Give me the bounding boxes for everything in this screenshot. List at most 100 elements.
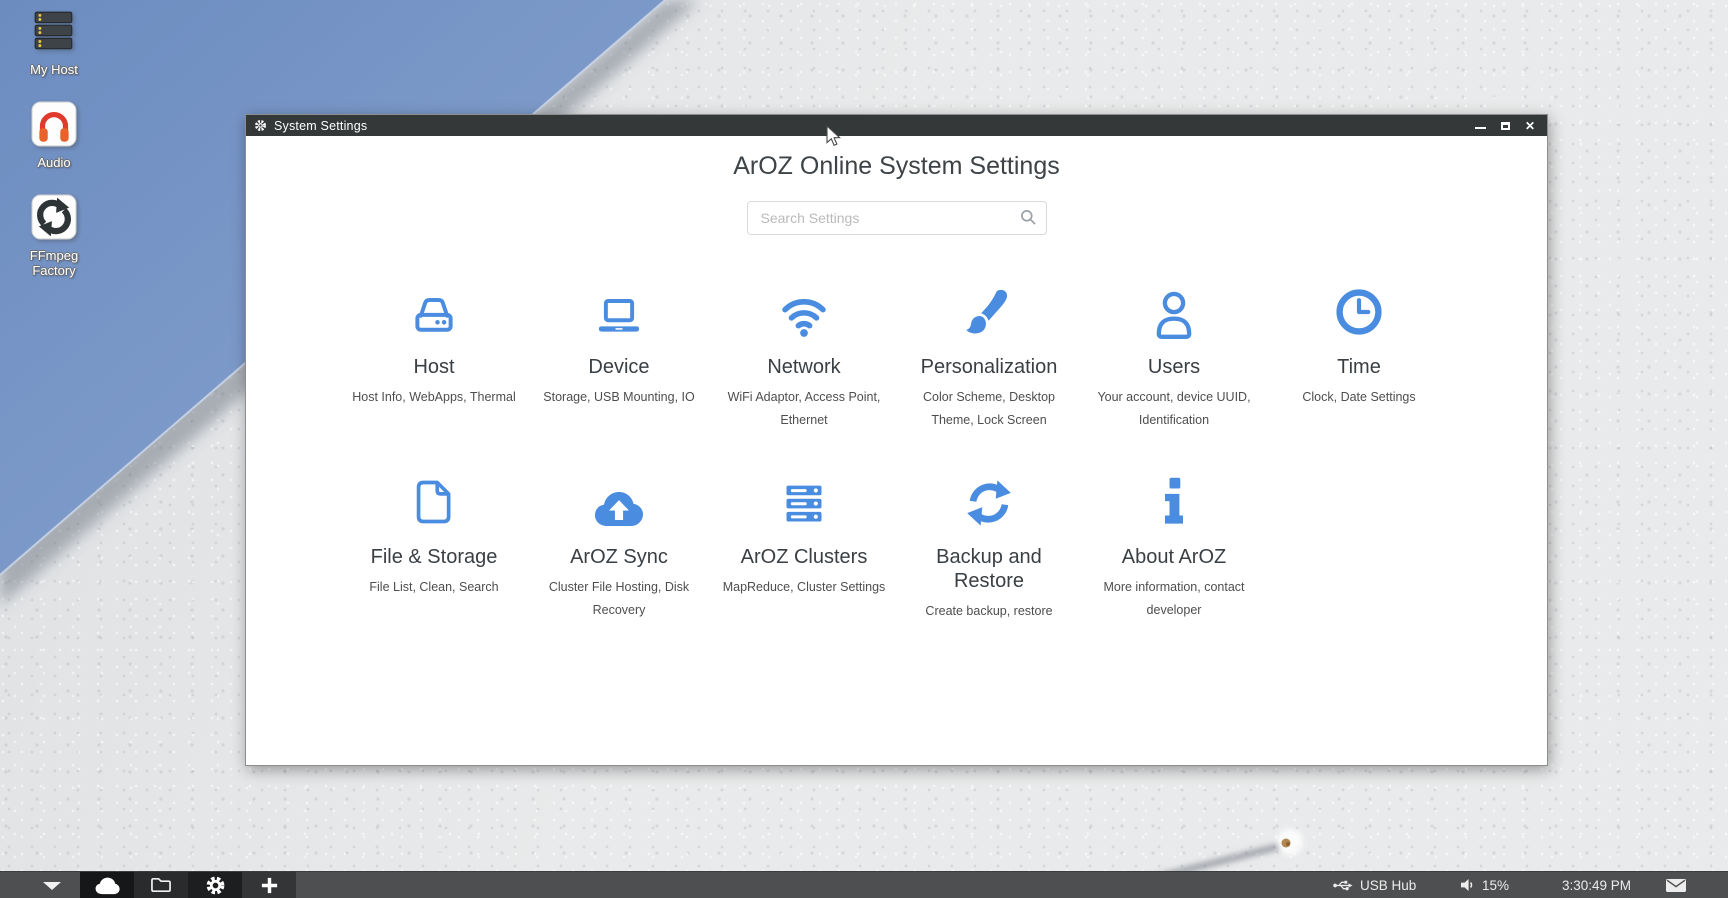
wifi-icon (776, 289, 832, 339)
gear-icon (205, 875, 226, 896)
info-icon (1154, 475, 1194, 529)
desktop-icon-column: My Host Audio FFmpeg Factory (10, 8, 98, 278)
minimize-icon[interactable] (1475, 127, 1486, 129)
taskbar-button-plus[interactable] (242, 872, 296, 898)
desktop-icon-ffmpeg-factory[interactable]: FFmpeg Factory (10, 194, 98, 278)
volume-label: 15% (1482, 878, 1509, 893)
taskbar: USB Hub 15% 3:30:49 PM (0, 871, 1728, 898)
plus-icon (259, 875, 280, 896)
settings-tile-aroz-clusters[interactable]: ArOZ Clusters MapReduce, Cluster Setting… (712, 471, 897, 645)
page-title: ArOZ Online System Settings (246, 151, 1547, 181)
settings-tile-description: Cluster File Hosting, Disk Recovery (533, 576, 705, 622)
settings-tile-icon (712, 471, 897, 529)
gear-icon (254, 119, 267, 132)
settings-tile-title: Host (359, 355, 509, 379)
settings-tile-icon (897, 471, 1082, 529)
server-icon (31, 8, 77, 54)
desktop-icon-label: My Host (30, 62, 78, 77)
laptop-icon (591, 291, 647, 339)
recycle-arrows-icon (31, 194, 77, 240)
maximize-icon[interactable] (1501, 122, 1510, 130)
tray-volume[interactable]: 15% (1460, 872, 1509, 898)
settings-tile-title: Personalization (914, 355, 1064, 379)
tray-mail[interactable] (1666, 872, 1686, 898)
wall-peg-center (1286, 842, 1290, 846)
cloud-upload-icon (590, 483, 648, 529)
settings-tile-title: Time (1284, 355, 1434, 379)
server-stack-icon (776, 479, 832, 529)
settings-tile-backup-and-restore[interactable]: Backup and Restore Create backup, restor… (897, 471, 1082, 645)
harddisk-icon (406, 289, 462, 339)
settings-tile-title: Backup and Restore (914, 545, 1064, 593)
desktop-icon-image (31, 101, 77, 147)
settings-tile-icon (527, 281, 712, 339)
search-input[interactable] (747, 201, 1047, 235)
settings-tile-users[interactable]: Users Your account, device UUID, Identif… (1082, 281, 1267, 455)
settings-tile-description: Create backup, restore (903, 600, 1075, 623)
cloud-icon (93, 875, 122, 896)
settings-tile-icon (1082, 281, 1267, 339)
settings-tile-icon (897, 281, 1082, 339)
taskbar-button-cloud[interactable] (80, 872, 134, 898)
settings-tile-aroz-sync[interactable]: ArOZ Sync Cluster File Hosting, Disk Rec… (527, 471, 712, 645)
tray-usb[interactable]: USB Hub (1333, 872, 1416, 898)
settings-tile-description: Storage, USB Mounting, IO (533, 386, 705, 409)
speaker-icon (1460, 878, 1475, 892)
tray-clock[interactable]: 3:30:49 PM (1562, 872, 1631, 898)
window-title: System Settings (274, 119, 367, 133)
sync-arrows-icon (962, 477, 1016, 529)
clock-icon (1332, 285, 1386, 339)
headphones-icon (31, 101, 77, 147)
usb-icon (1333, 879, 1353, 892)
window-titlebar[interactable]: System Settings ✕ (246, 115, 1547, 136)
user-icon (1146, 287, 1202, 339)
desktop-icon-label: FFmpeg Factory (10, 248, 98, 278)
settings-tile-icon (1267, 281, 1452, 339)
desktop-icon-label: Audio (37, 155, 70, 170)
desktop-icon-image (31, 194, 77, 240)
paintbrush-icon (961, 285, 1017, 339)
settings-tile-title: Network (729, 355, 879, 379)
settings-tile-description: Clock, Date Settings (1273, 386, 1445, 409)
close-icon[interactable]: ✕ (1525, 120, 1535, 132)
taskbar-app-buttons (80, 872, 296, 898)
search-icon (1020, 209, 1037, 231)
settings-tile-time[interactable]: Time Clock, Date Settings (1267, 281, 1452, 455)
settings-tile-title: About ArOZ (1099, 545, 1249, 569)
settings-tile-description: MapReduce, Cluster Settings (718, 576, 890, 599)
desktop-icon-image (31, 8, 77, 54)
clock-label: 3:30:49 PM (1562, 878, 1631, 893)
file-icon (408, 475, 460, 529)
settings-tile-about-aroz[interactable]: About ArOZ More information, contact dev… (1082, 471, 1267, 645)
settings-tile-host[interactable]: Host Host Info, WebApps, Thermal (342, 281, 527, 455)
settings-tile-network[interactable]: Network WiFi Adaptor, Access Point, Ethe… (712, 281, 897, 455)
settings-tile-description: WiFi Adaptor, Access Point, Ethernet (718, 386, 890, 432)
desktop-icon-audio[interactable]: Audio (10, 101, 98, 170)
settings-tile-title: ArOZ Sync (544, 545, 694, 569)
settings-tile-title: ArOZ Clusters (729, 545, 879, 569)
desktop-icon-my-host[interactable]: My Host (10, 8, 98, 77)
settings-tile-device[interactable]: Device Storage, USB Mounting, IO (527, 281, 712, 455)
settings-tile-description: File List, Clean, Search (348, 576, 520, 599)
settings-tile-description: Your account, device UUID, Identificatio… (1088, 386, 1260, 432)
envelope-icon (1666, 879, 1686, 892)
folder-icon (149, 875, 173, 895)
usb-label: USB Hub (1360, 878, 1416, 893)
settings-tile-title: Users (1099, 355, 1249, 379)
system-settings-window: System Settings ✕ ArOZ Online System Set… (245, 114, 1548, 766)
settings-tile-icon (342, 281, 527, 339)
taskbar-button-folder[interactable] (134, 872, 188, 898)
settings-tile-title: Device (544, 355, 694, 379)
settings-tile-description: Host Info, WebApps, Thermal (348, 386, 520, 409)
taskbar-button-gear[interactable] (188, 872, 242, 898)
settings-tile-icon (712, 281, 897, 339)
settings-tile-file-storage[interactable]: File & Storage File List, Clean, Search (342, 471, 527, 645)
window-content: ArOZ Online System Settings Host Host In… (246, 136, 1547, 765)
search-box (747, 201, 1047, 235)
settings-tile-description: More information, contact developer (1088, 576, 1260, 622)
settings-tile-personalization[interactable]: Personalization Color Scheme, Desktop Th… (897, 281, 1082, 455)
settings-tile-icon (527, 471, 712, 529)
chevron-down-icon[interactable] (43, 882, 61, 890)
settings-tile-icon (342, 471, 527, 529)
settings-tile-description: Color Scheme, Desktop Theme, Lock Screen (903, 386, 1075, 432)
